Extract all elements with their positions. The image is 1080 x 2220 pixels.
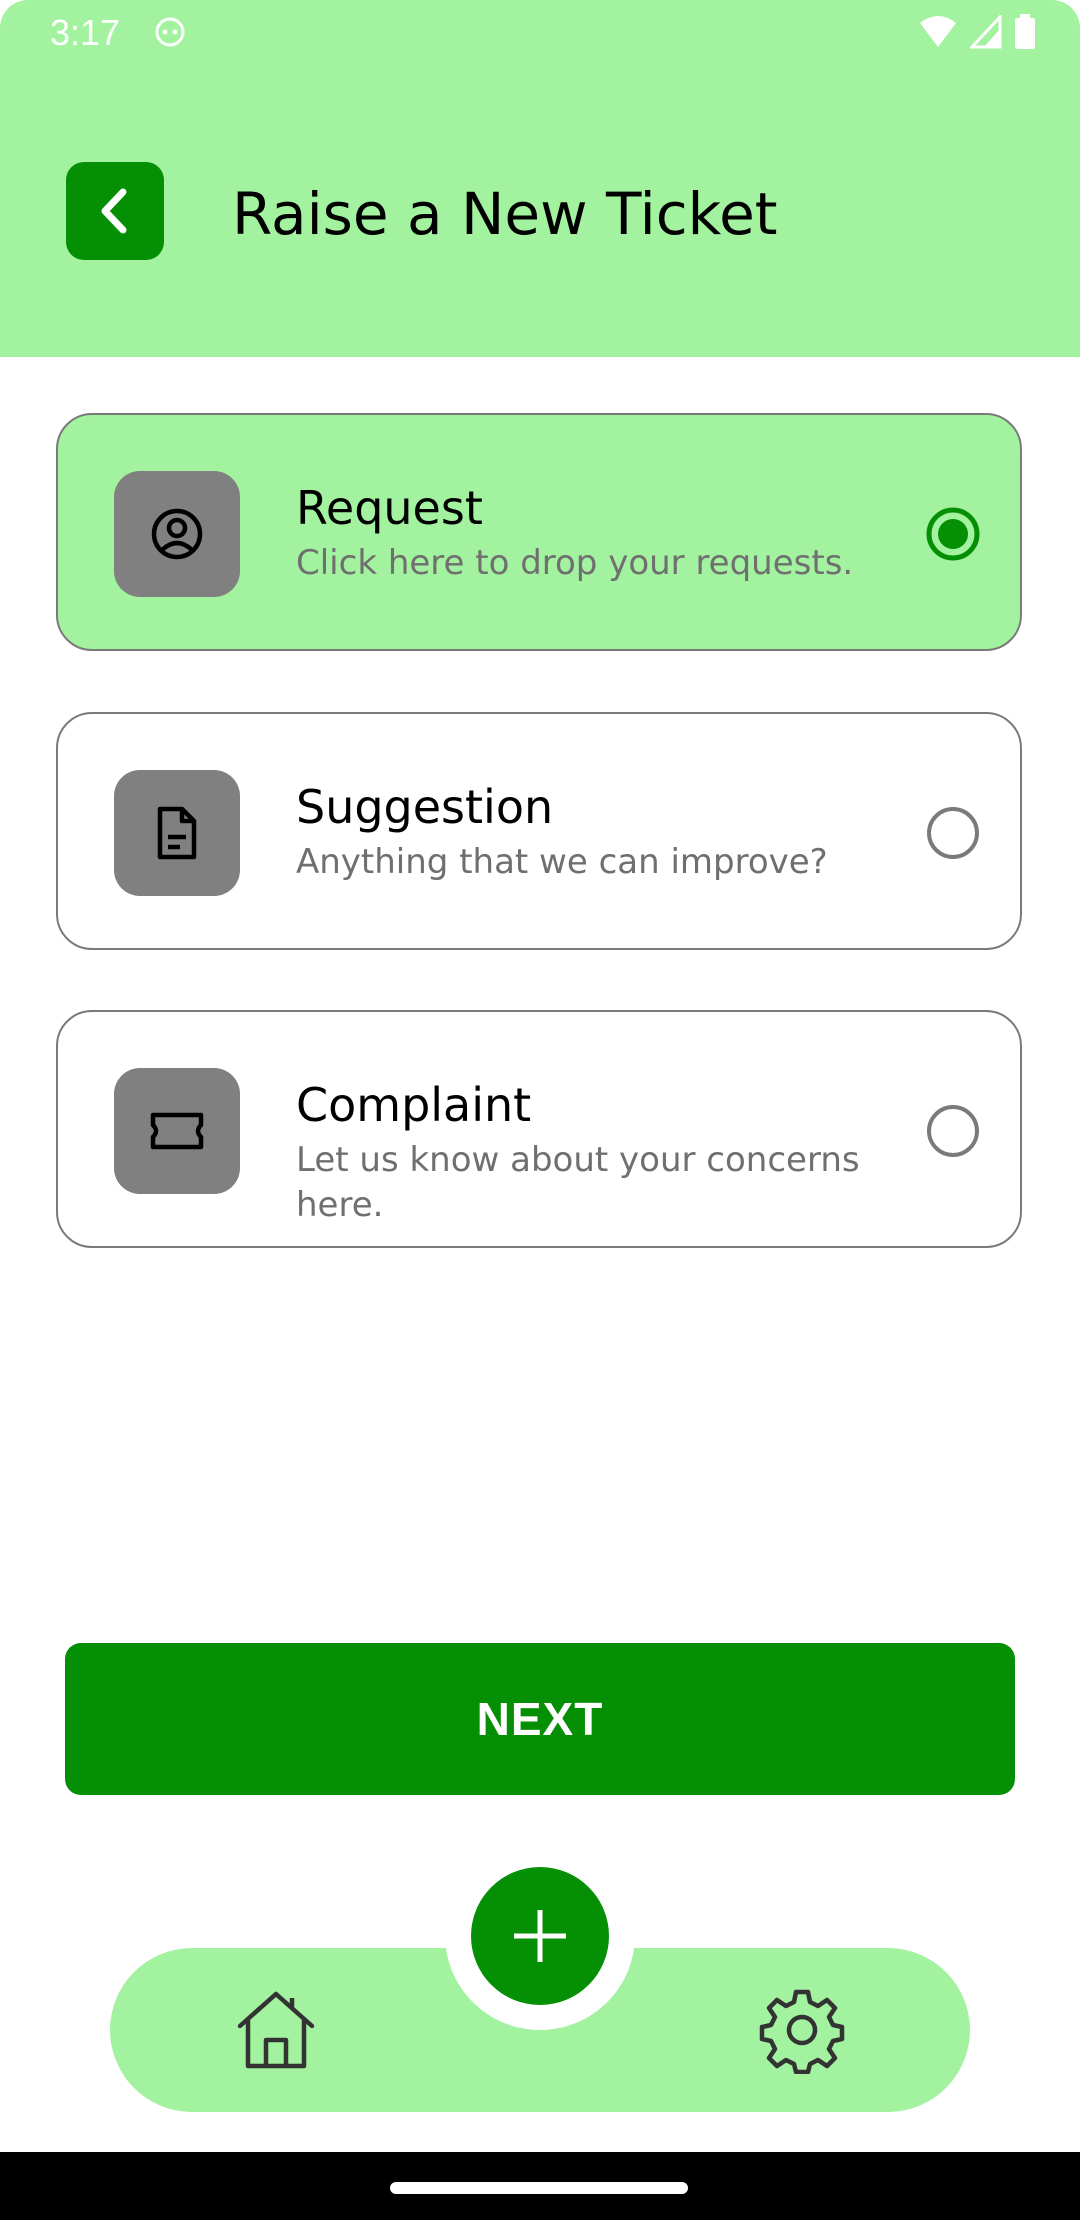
option-icon-box: [114, 770, 240, 896]
option-subtitle: Let us know about your concerns here.: [296, 1140, 860, 1225]
smiley-icon: [155, 17, 185, 47]
plus-icon: [514, 1910, 566, 1962]
status-icons: [918, 14, 1036, 50]
option-icon-box: [114, 1068, 240, 1194]
document-icon: [157, 806, 197, 860]
option-title: Complaint: [296, 1078, 532, 1132]
option-card-request[interactable]: Request Click here to drop your requests…: [56, 413, 1022, 651]
battery-icon: [1015, 14, 1035, 49]
back-button[interactable]: [66, 162, 164, 260]
chevron-left-icon: [101, 188, 127, 234]
status-time: 3:17: [50, 12, 121, 53]
header: 3:17 Raise a New Ticket: [0, 0, 1080, 357]
radio-unselected[interactable]: [926, 1104, 980, 1158]
user-circle-icon: [151, 508, 203, 560]
radio-selected[interactable]: [926, 507, 980, 561]
next-button[interactable]: NEXT: [65, 1643, 1015, 1795]
option-card-suggestion[interactable]: Suggestion Anything that we can improve?: [56, 712, 1022, 950]
system-navigation-bar: [0, 2152, 1080, 2220]
home-icon[interactable]: [232, 1986, 320, 2074]
option-title: Request: [296, 481, 483, 535]
option-title: Suggestion: [296, 780, 554, 834]
gear-icon[interactable]: [758, 1986, 846, 2074]
radio-unselected[interactable]: [926, 806, 980, 860]
option-card-complaint[interactable]: Complaint Let us know about your concern…: [56, 1010, 1022, 1248]
wifi-icon: [920, 16, 956, 47]
add-button[interactable]: [471, 1867, 609, 2005]
page-title: Raise a New Ticket: [232, 180, 778, 248]
option-subtitle: Anything that we can improve?: [296, 842, 828, 882]
option-icon-box: [114, 471, 240, 597]
ticket-icon: [150, 1112, 204, 1150]
home-gesture-pill[interactable]: [390, 2182, 688, 2194]
option-subtitle: Click here to drop your requests.: [296, 543, 854, 583]
signal-icon: [970, 15, 1002, 49]
